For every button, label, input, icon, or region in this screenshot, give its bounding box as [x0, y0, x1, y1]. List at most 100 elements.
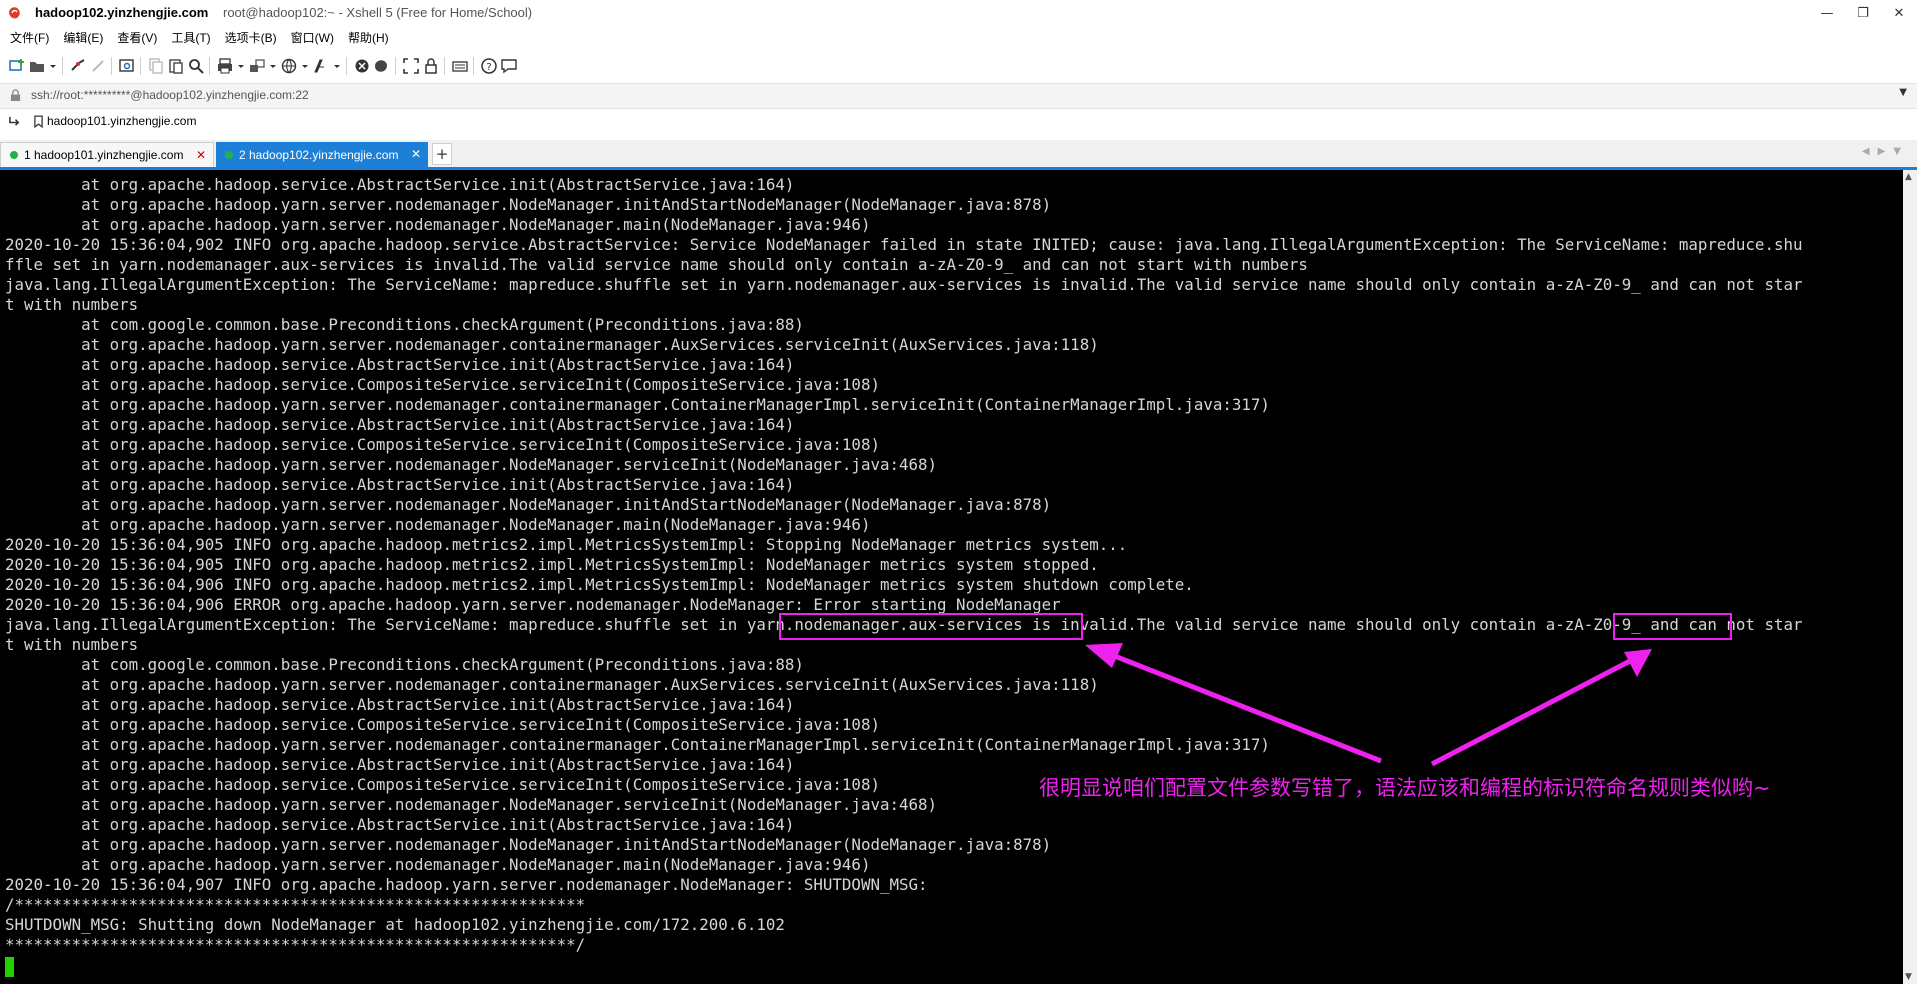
tab-hadoop101[interactable]: 1 hadoop101.yinzhengjie.com ✕: [0, 142, 214, 167]
lock-button[interactable]: [422, 55, 440, 77]
terminal-output[interactable]: at org.apache.hadoop.service.AbstractSer…: [0, 170, 1903, 984]
xftp-button[interactable]: [353, 55, 371, 77]
terminal-line: at org.apache.hadoop.yarn.server.nodeman…: [5, 395, 1270, 414]
terminal-line: 2020-10-20 15:36:04,907 INFO org.apache.…: [5, 875, 928, 894]
terminal-scrollbar[interactable]: ▲ ▼: [1903, 170, 1917, 984]
terminal-line: 2020-10-20 15:36:04,902 INFO org.apache.…: [5, 235, 1803, 254]
font-icon: [314, 59, 324, 73]
terminal-cursor: [5, 957, 14, 977]
new-session-button[interactable]: [8, 55, 26, 77]
close-window-icon[interactable]: ✕: [1881, 0, 1917, 26]
address-dropdown-icon[interactable]: ▼: [1899, 87, 1907, 98]
terminal-line: at org.apache.hadoop.yarn.server.nodeman…: [5, 195, 1052, 214]
minimize-icon[interactable]: —: [1809, 0, 1845, 26]
terminal-line: at org.apache.hadoop.service.CompositeSe…: [5, 715, 880, 734]
search-icon: [189, 59, 204, 74]
links-arrow-icon[interactable]: [8, 114, 23, 129]
terminal-line: at org.apache.hadoop.service.AbstractSer…: [5, 475, 795, 494]
copy-button[interactable]: [147, 55, 165, 77]
properties-icon: [119, 59, 134, 72]
menu-file[interactable]: 文件(F): [0, 27, 56, 49]
window-title-session: root@hadoop102:~ - Xshell 5 (Free for Ho…: [223, 5, 533, 20]
terminal-line: SHUTDOWN_MSG: Shutting down NodeManager …: [5, 915, 785, 934]
lock-icon: [10, 89, 21, 101]
menu-edit[interactable]: 编辑(E): [56, 27, 110, 49]
menu-bar: 文件(F) 编辑(E) 查看(V) 工具(T) 选项卡(B) 窗口(W) 帮助(…: [0, 27, 1917, 49]
terminal-line: at org.apache.hadoop.yarn.server.nodeman…: [5, 515, 871, 534]
font-button[interactable]: [312, 55, 330, 77]
terminal-line: at org.apache.hadoop.service.AbstractSer…: [5, 355, 795, 374]
window-controls: — ❐ ✕: [1809, 0, 1917, 26]
open-folder-button[interactable]: [28, 55, 46, 77]
terminal-line: at org.apache.hadoop.yarn.server.nodeman…: [5, 835, 1052, 854]
close-tab-icon[interactable]: ✕: [196, 148, 206, 162]
terminal-lines: at org.apache.hadoop.service.AbstractSer…: [5, 175, 1803, 955]
keyboard-icon: [452, 61, 468, 72]
chat-button[interactable]: [500, 55, 518, 77]
title-bar: hadoop102.yinzhengjie.com root@hadoop102…: [0, 0, 1917, 26]
reconnect-icon: [71, 59, 85, 71]
properties-button[interactable]: [118, 55, 136, 77]
terminal-line: at org.apache.hadoop.service.AbstractSer…: [5, 415, 795, 434]
menu-view[interactable]: 查看(V): [110, 27, 164, 49]
terminal-line: ****************************************…: [5, 935, 586, 954]
new-session-icon: [9, 59, 24, 71]
fullscreen-button[interactable]: [402, 55, 420, 77]
terminal-line: ffle set in yarn.nodemanager.aux-service…: [5, 255, 1308, 274]
print-button[interactable]: [216, 55, 234, 77]
session-tab-bar: 1 hadoop101.yinzhengjie.com ✕ 2 hadoop10…: [0, 140, 1917, 170]
tab-hadoop102[interactable]: 2 hadoop102.yinzhengjie.com ✕: [216, 142, 428, 167]
links-bar: hadoop101.yinzhengjie.com: [0, 110, 1917, 134]
tab-scroll-arrows-icon[interactable]: ◀▶▼: [1862, 146, 1909, 157]
new-tab-button[interactable]: +: [432, 143, 452, 165]
session-address: ssh://root:**********@hadoop102.yinzheng…: [31, 88, 309, 102]
terminal-line: at org.apache.hadoop.yarn.server.nodeman…: [5, 675, 1099, 694]
find-button[interactable]: [187, 55, 205, 77]
xshell-logo-button[interactable]: [373, 55, 391, 77]
menu-tools[interactable]: 工具(T): [164, 27, 217, 49]
paste-button[interactable]: [167, 55, 185, 77]
terminal-line: 2020-10-20 15:36:04,906 INFO org.apache.…: [5, 575, 1194, 594]
print-dropdown-icon[interactable]: [236, 55, 246, 77]
terminal-line: at org.apache.hadoop.yarn.server.nodeman…: [5, 215, 871, 234]
menu-tabs[interactable]: 选项卡(B): [218, 27, 284, 49]
terminal-line: java.lang.IllegalArgumentException: The …: [5, 275, 1803, 294]
bookmark-link[interactable]: hadoop101.yinzhengjie.com: [34, 114, 196, 128]
terminal-line: 2020-10-20 15:36:04,905 INFO org.apache.…: [5, 535, 1128, 554]
tab-label: 1 hadoop101.yinzhengjie.com: [24, 148, 184, 162]
terminal-line: at org.apache.hadoop.service.CompositeSe…: [5, 375, 880, 394]
scroll-up-icon[interactable]: ▲: [1905, 172, 1912, 182]
bookmark-icon: [34, 114, 43, 128]
lock-icon: [425, 58, 437, 74]
chat-icon: [501, 59, 517, 74]
xshell-app-icon: [9, 7, 20, 19]
bookmark-label: hadoop101.yinzhengjie.com: [47, 114, 197, 128]
terminal-line: 2020-10-20 15:36:04,905 INFO org.apache.…: [5, 555, 1099, 574]
keyboard-button[interactable]: [451, 55, 469, 77]
terminal-line: at com.google.common.base.Preconditions.…: [5, 315, 804, 334]
reconnect-button[interactable]: [69, 55, 87, 77]
terminal-line: at org.apache.hadoop.yarn.server.nodeman…: [5, 495, 1052, 514]
font-dropdown-icon[interactable]: [332, 55, 342, 77]
close-tab-icon[interactable]: ✕: [411, 147, 421, 161]
terminal-line: 2020-10-20 15:36:04,906 ERROR org.apache…: [5, 595, 1061, 614]
menu-help[interactable]: 帮助(H): [341, 27, 396, 49]
terminal-line: at org.apache.hadoop.yarn.server.nodeman…: [5, 335, 1099, 354]
scroll-down-icon[interactable]: ▼: [1905, 972, 1912, 982]
terminal-line: at org.apache.hadoop.yarn.server.nodeman…: [5, 855, 871, 874]
terminal-line: at org.apache.hadoop.service.AbstractSer…: [5, 175, 795, 194]
address-bar[interactable]: ssh://root:**********@hadoop102.yinzheng…: [0, 83, 1917, 109]
transfer-button[interactable]: [248, 55, 266, 77]
restore-icon[interactable]: ❐: [1845, 0, 1881, 26]
open-dropdown-icon[interactable]: [48, 55, 58, 77]
transfer-dropdown-icon[interactable]: [268, 55, 278, 77]
transfer-icon: [250, 59, 265, 72]
disconnect-button[interactable]: [89, 55, 107, 77]
globe-dropdown-icon[interactable]: [300, 55, 310, 77]
highlight-aux-services-box: [779, 613, 1083, 640]
terminal-line: at org.apache.hadoop.service.CompositeSe…: [5, 435, 880, 454]
menu-window[interactable]: 窗口(W): [284, 27, 341, 49]
annotation-note: 很明显说咱们配置文件参数写错了，语法应该和编程的标识符命名规则类似哟~: [1039, 776, 1771, 800]
globe-button[interactable]: [280, 55, 298, 77]
help-button[interactable]: ?: [480, 55, 498, 77]
